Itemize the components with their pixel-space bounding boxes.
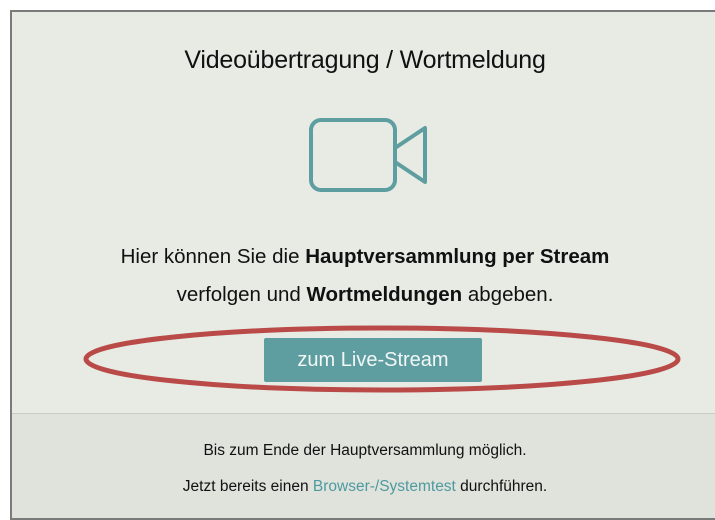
intro-text: Hier können Sie die Hauptversammlung per… (12, 238, 715, 314)
live-stream-button[interactable]: zum Live-Stream (264, 338, 482, 382)
intro-part1: Hier können Sie die (120, 245, 306, 268)
intro-part3: abgeben. (462, 283, 554, 306)
footer (12, 413, 715, 518)
intro-bold-hauptversammlung: Hauptversammlung per Stream (305, 245, 610, 268)
intro-bold-wortmeldungen: Wortmeldungen (306, 283, 463, 306)
panel-title: Videoübertragung / Wortmeldung (184, 46, 546, 74)
system-test-suffix: durchführen. (455, 478, 548, 495)
availability-note: Bis zum Ende der Hauptversammlung möglic… (203, 442, 527, 459)
intro-part2: verfolgen und (176, 283, 307, 306)
video-camera-icon (308, 116, 438, 211)
stream-panel: Videoübertragung / Wortmeldung Hier könn… (10, 10, 715, 520)
system-test-prefix: Jetzt bereits einen (182, 478, 313, 495)
system-test-note: Jetzt bereits einen Browser-/Systemtest … (12, 478, 715, 496)
system-test-link[interactable]: Browser-/Systemtest (313, 478, 456, 495)
